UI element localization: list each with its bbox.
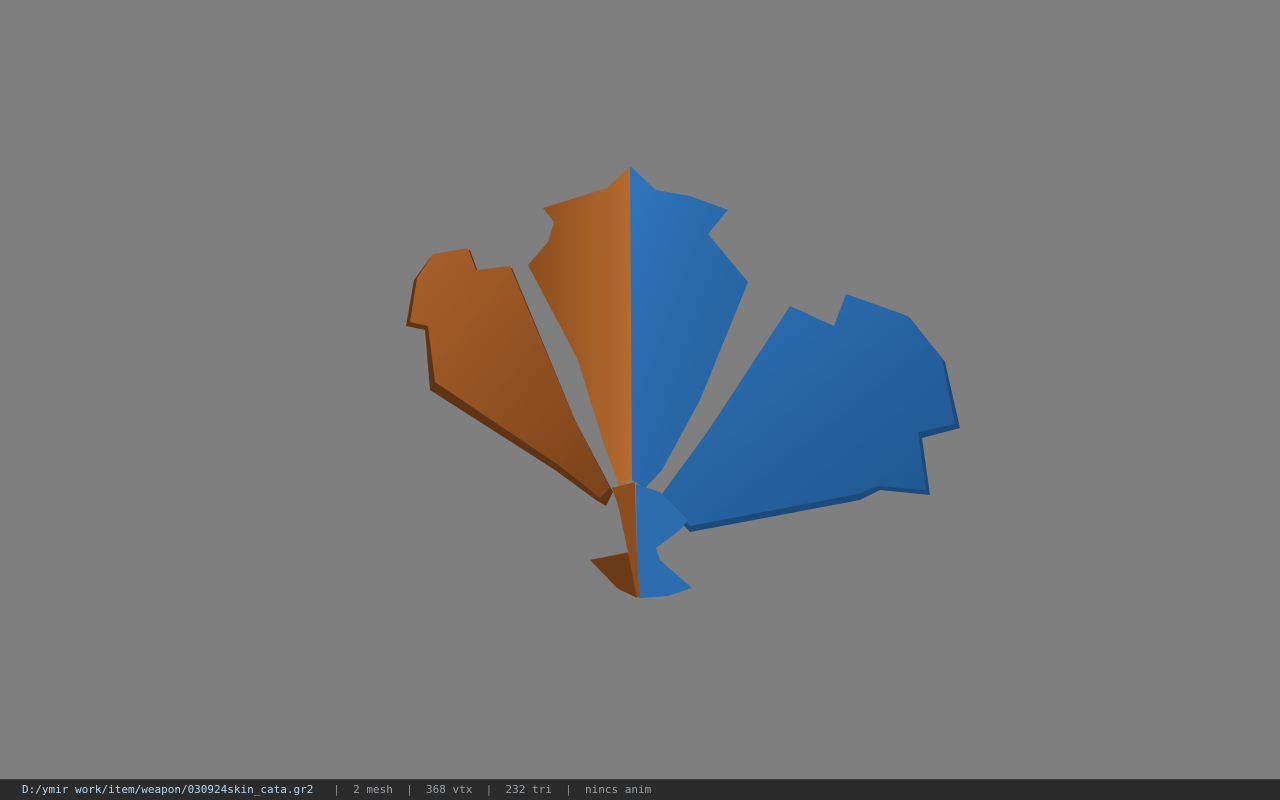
status-separator: | (333, 783, 340, 796)
status-separator: | (406, 783, 413, 796)
status-separator: | (485, 783, 493, 796)
status-separator: | (565, 783, 572, 796)
orange-mesh[interactable] (406, 166, 640, 598)
triangle-count-label: 232 tri (505, 783, 552, 796)
model-render[interactable] (0, 0, 1280, 779)
vertex-count-label: 368 vtx (426, 783, 473, 796)
status-bar: D:/ymir work/item/weapon/030924skin_cata… (0, 779, 1280, 800)
mesh-count-label: 2 mesh (353, 783, 393, 796)
blue-mesh[interactable] (630, 166, 960, 598)
animation-status-label: nincs anim (585, 783, 652, 796)
3d-viewport[interactable] (0, 0, 1280, 779)
file-path-label: D:/ymir work/item/weapon/030924skin_cata… (22, 783, 314, 796)
